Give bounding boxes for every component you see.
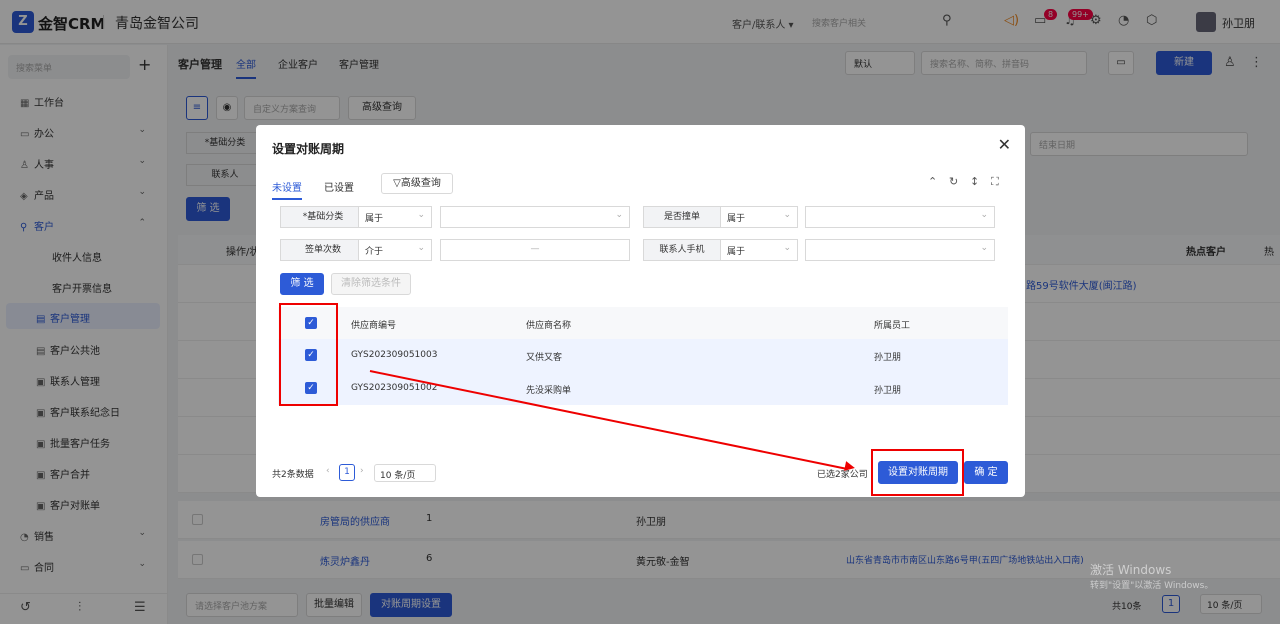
- chevron-down-icon: ⌄: [783, 210, 791, 220]
- supplier-code: GYS202309051003: [351, 350, 438, 360]
- col-owner: 所属员工: [874, 321, 911, 331]
- next-page-icon[interactable]: ›: [360, 466, 364, 476]
- table-row[interactable]: ✓ GYS202309051002 先没采购单 孙卫朋: [278, 372, 1008, 405]
- filter-op-mobile[interactable]: 属于 ⌄: [720, 239, 798, 261]
- dialog-advanced-query-button[interactable]: ▽高级查询: [381, 173, 453, 194]
- filter-value-duplicate[interactable]: ⌄: [805, 206, 995, 228]
- annotation-checkbox-highlight: [279, 303, 338, 406]
- supplier-name: 先没采购单: [526, 386, 572, 396]
- dialog-total: 共2条数据: [272, 470, 314, 480]
- tab-unset[interactable]: 未设置: [272, 179, 302, 200]
- filter-op-text: 介于: [365, 247, 384, 257]
- annotation-button-highlight: [871, 449, 964, 496]
- filter-value-mobile[interactable]: ⌄: [805, 239, 995, 261]
- supplier-code: GYS202309051002: [351, 383, 438, 393]
- dialog-page-size[interactable]: 10 条/页: [374, 464, 436, 482]
- annotation-arrow-head: [844, 461, 856, 473]
- chevron-down-icon: ⌄: [615, 210, 623, 220]
- supplier-name: 又供又客: [526, 353, 563, 363]
- close-icon[interactable]: ✕: [998, 135, 1011, 154]
- filter-value-count[interactable]: —: [440, 239, 630, 261]
- filter-op-text: 属于: [365, 214, 384, 224]
- reconcile-period-dialog: 设置对账周期 ✕ 未设置 已设置 ▽高级查询 ⌃ ↻ ↕ ⛶ *基础分类 属于 ⌄…: [256, 125, 1025, 497]
- col-name: 供应商名称: [526, 321, 572, 331]
- refresh-icon[interactable]: ↻: [949, 175, 958, 188]
- prev-page-icon[interactable]: ‹: [326, 466, 330, 476]
- clear-filter-button[interactable]: 清除筛选条件: [331, 273, 411, 295]
- filter-op-text: 属于: [727, 214, 746, 224]
- chevron-down-icon: ⌄: [417, 243, 425, 253]
- filter-label-count: 签单次数: [280, 239, 366, 261]
- table-header: ✓ 供应商编号 供应商名称 所属员工: [278, 307, 1008, 339]
- filter-op-count[interactable]: 介于 ⌄: [358, 239, 432, 261]
- filter-op-base[interactable]: 属于 ⌄: [358, 206, 432, 228]
- chevron-down-icon: ⌄: [417, 210, 425, 220]
- table-row[interactable]: ✓ GYS202309051003 又供又客 孙卫朋: [278, 339, 1008, 372]
- dialog-title: 设置对账周期: [272, 142, 345, 156]
- advanced-query-label: 高级查询: [400, 178, 441, 189]
- chevron-down-icon: ⌄: [980, 210, 988, 220]
- filter-value-base[interactable]: ⌄: [440, 206, 630, 228]
- filter-label-base: *基础分类: [280, 206, 366, 228]
- filter-label-mobile: 联系人手机: [643, 239, 721, 261]
- dialog-filter-button[interactable]: 筛 选: [280, 273, 324, 295]
- confirm-button[interactable]: 确 定: [964, 461, 1008, 484]
- fullscreen-icon[interactable]: ⛶: [991, 175, 999, 189]
- filter-op-duplicate[interactable]: 属于 ⌄: [720, 206, 798, 228]
- col-code: 供应商编号: [351, 321, 397, 331]
- chevron-down-icon: ⌄: [980, 243, 988, 253]
- dialog-page-number[interactable]: 1: [339, 464, 355, 481]
- filter-label-duplicate: 是否撞单: [643, 206, 721, 228]
- height-icon[interactable]: ↕: [970, 175, 979, 188]
- owner-name: 孙卫朋: [874, 386, 902, 396]
- activation-watermark-sub: 转到"设置"以激活 Windows。: [1090, 581, 1214, 591]
- chevron-down-icon: ⌄: [783, 243, 791, 253]
- tab-set[interactable]: 已设置: [324, 179, 354, 194]
- filter-op-text: 属于: [727, 247, 746, 257]
- owner-name: 孙卫朋: [874, 353, 902, 363]
- activation-watermark: 激活 Windows: [1090, 563, 1172, 577]
- collapse-up-icon[interactable]: ⌃: [928, 175, 937, 188]
